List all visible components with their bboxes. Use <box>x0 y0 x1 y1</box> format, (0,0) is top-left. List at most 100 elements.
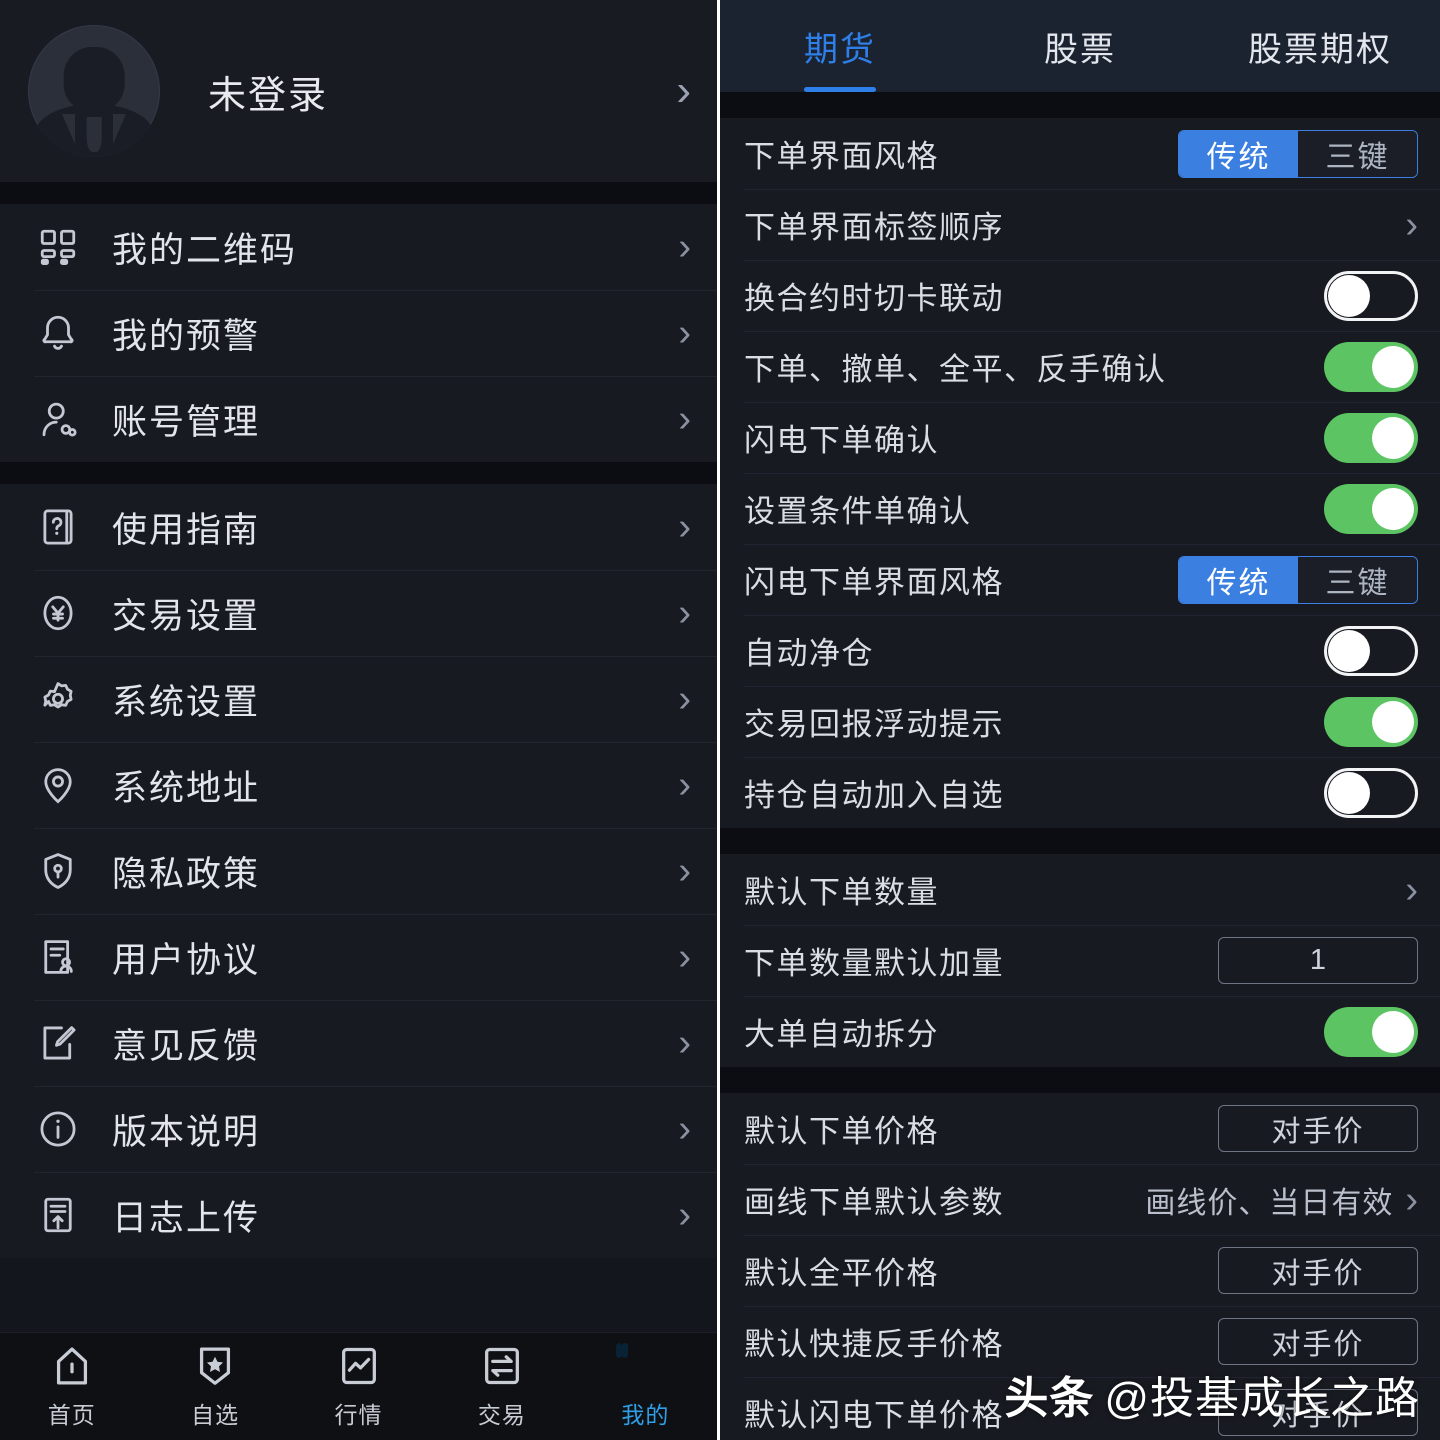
segment-three-key[interactable]: 三键 <box>1298 556 1417 603</box>
tab-stocks[interactable]: 股票 <box>960 0 1200 92</box>
tab-label: 我的 <box>621 1402 670 1428</box>
toggle-auto-net-position[interactable] <box>1324 625 1418 676</box>
bell-icon <box>34 309 82 357</box>
menu-item-account-management[interactable]: 账号管理 › <box>0 376 717 462</box>
chevron-right-icon: › <box>678 506 691 548</box>
tab-label: 首页 <box>47 1402 96 1428</box>
row-label: 持仓自动加入自选 <box>744 778 1004 813</box>
chevron-right-icon: › <box>678 226 691 268</box>
segment-three-key[interactable]: 三键 <box>1298 130 1417 177</box>
menu-item-feedback[interactable]: 意见反馈 › <box>0 1000 717 1086</box>
menu-item-version-info[interactable]: 版本说明 › <box>0 1086 717 1172</box>
tab-trade[interactable]: 交易 <box>430 1343 573 1430</box>
chevron-right-icon: › <box>678 1108 691 1150</box>
toggle-large-order-split[interactable] <box>1324 1006 1418 1057</box>
row-label: 换合约时切卡联动 <box>744 281 1004 316</box>
menu-item-trade-settings[interactable]: 交易设置 › <box>0 570 717 656</box>
toggle-position-auto-watchlist[interactable] <box>1324 767 1418 818</box>
toggle-order-cancel-confirm[interactable] <box>1324 341 1418 392</box>
tab-label: 行情 <box>334 1402 383 1428</box>
toggle-flash-order-confirm[interactable] <box>1324 412 1418 463</box>
row-label: 默认下单价格 <box>744 1114 939 1149</box>
trade-exchange-icon <box>479 1343 525 1389</box>
segmented-control-flash-order-ui-style[interactable]: 传统 三键 <box>1178 555 1418 604</box>
chevron-right-icon: › <box>1405 868 1418 911</box>
row-large-order-split[interactable]: 大单自动拆分 <box>720 996 1440 1067</box>
left-profile-panel: 未登录 › 我的二维码 › 我的预警 › 账号管理 › 使用指南 › 交易设置 … <box>0 0 720 1440</box>
profile-blob-icon <box>616 1343 668 1389</box>
default-close-all-price-value[interactable]: 对手价 <box>1218 1247 1418 1294</box>
row-order-ui-style[interactable]: 下单界面风格 传统 三键 <box>720 118 1440 189</box>
menu-item-label: 日志上传 <box>112 1198 261 1238</box>
row-auto-net-position[interactable]: 自动净仓 <box>720 615 1440 686</box>
bottom-tab-bar: 首页 自选 行情 交易 我的 <box>0 1332 717 1440</box>
segment-traditional[interactable]: 传统 <box>1179 130 1298 177</box>
chevron-right-icon: › <box>678 398 691 440</box>
toggle-contract-switch-link[interactable] <box>1324 270 1418 321</box>
row-order-cancel-confirm[interactable]: 下单、撤单、全平、反手确认 <box>720 331 1440 402</box>
menu-item-label: 系统地址 <box>112 768 261 808</box>
chevron-right-icon: › <box>1405 203 1418 246</box>
default-quick-reverse-price-value[interactable]: 对手价 <box>1218 1318 1418 1365</box>
row-contract-switch-link[interactable]: 换合约时切卡联动 <box>720 260 1440 331</box>
line-order-params-value: 画线价、当日有效 <box>1145 1186 1394 1220</box>
tab-futures[interactable]: 期货 <box>720 0 960 92</box>
log-upload-icon <box>34 1191 82 1239</box>
menu-item-label: 版本说明 <box>112 1112 261 1152</box>
agreement-icon <box>34 933 82 981</box>
app-screenshot: 未登录 › 我的二维码 › 我的预警 › 账号管理 › 使用指南 › 交易设置 … <box>0 0 1440 1440</box>
toggle-condition-order-confirm[interactable] <box>1324 483 1418 534</box>
row-label: 大单自动拆分 <box>744 1017 939 1052</box>
menu-group-account: 我的二维码 › 我的预警 › 账号管理 › <box>0 204 717 462</box>
tab-watchlist[interactable]: 自选 <box>143 1343 286 1430</box>
tab-home[interactable]: 首页 <box>0 1343 143 1430</box>
star-badge-icon <box>192 1343 238 1389</box>
menu-item-label: 系统设置 <box>112 682 261 722</box>
segmented-control-order-ui-style[interactable]: 传统 三键 <box>1178 129 1418 178</box>
menu-item-privacy-policy[interactable]: 隐私政策 › <box>0 828 717 914</box>
toggle-trade-report-float-tip[interactable] <box>1324 696 1418 747</box>
quantity-increment-field[interactable]: 1 <box>1218 937 1418 984</box>
location-pin-icon <box>34 761 82 809</box>
menu-item-my-alerts[interactable]: 我的预警 › <box>0 290 717 376</box>
row-flash-order-confirm[interactable]: 闪电下单确认 <box>720 402 1440 473</box>
row-default-order-price[interactable]: 默认下单价格 对手价 <box>720 1093 1440 1164</box>
tab-mine[interactable]: 我的 <box>574 1343 717 1430</box>
segment-traditional[interactable]: 传统 <box>1179 556 1298 603</box>
menu-item-user-guide[interactable]: 使用指南 › <box>0 484 717 570</box>
tab-stock-options[interactable]: 股票期权 <box>1200 0 1440 92</box>
row-quantity-increment[interactable]: 下单数量默认加量 1 <box>720 925 1440 996</box>
watermark-handle: @投基成长之路 <box>1104 1374 1420 1423</box>
chevron-right-icon: › <box>676 66 691 115</box>
profile-header-row[interactable]: 未登录 › <box>0 0 717 182</box>
row-order-tab-order[interactable]: 下单界面标签顺序 › <box>720 189 1440 260</box>
row-condition-order-confirm[interactable]: 设置条件单确认 <box>720 473 1440 544</box>
row-trade-report-float-tip[interactable]: 交易回报浮动提示 <box>720 686 1440 757</box>
right-settings-panel: 期货 股票 股票期权 下单界面风格 传统 三键 下单界面标签顺序 › 换合约时切… <box>720 0 1440 1440</box>
row-default-order-quantity[interactable]: 默认下单数量 › <box>720 854 1440 925</box>
settings-section-order-ui: 下单界面风格 传统 三键 下单界面标签顺序 › 换合约时切卡联动 下单、撤单、全… <box>720 118 1440 828</box>
menu-item-label: 我的二维码 <box>112 230 298 270</box>
row-position-auto-watchlist[interactable]: 持仓自动加入自选 <box>720 757 1440 828</box>
chevron-right-icon: › <box>678 850 691 892</box>
settings-section-quantity: 默认下单数量 › 下单数量默认加量 1 大单自动拆分 <box>720 854 1440 1067</box>
row-label: 下单界面标签顺序 <box>744 210 1004 245</box>
tab-market[interactable]: 行情 <box>287 1343 430 1430</box>
row-flash-order-ui-style[interactable]: 闪电下单界面风格 传统 三键 <box>720 544 1440 615</box>
row-line-order-params[interactable]: 画线下单默认参数 画线价、当日有效 › <box>720 1164 1440 1235</box>
menu-item-system-address[interactable]: 系统地址 › <box>0 742 717 828</box>
menu-item-label: 交易设置 <box>112 596 261 636</box>
row-label: 设置条件单确认 <box>744 494 972 529</box>
profile-name: 未登录 <box>208 74 329 117</box>
menu-item-system-settings[interactable]: 系统设置 › <box>0 656 717 742</box>
menu-item-my-qrcode[interactable]: 我的二维码 › <box>0 204 717 290</box>
gear-icon <box>34 675 82 723</box>
tab-label: 交易 <box>477 1402 526 1428</box>
row-label: 闪电下单界面风格 <box>744 565 1004 600</box>
default-order-price-value[interactable]: 对手价 <box>1218 1105 1418 1152</box>
watermark: 头条 @投基成长之路 <box>1004 1362 1420 1426</box>
menu-item-log-upload[interactable]: 日志上传 › <box>0 1172 717 1258</box>
row-label: 下单界面风格 <box>744 139 939 174</box>
menu-item-user-agreement[interactable]: 用户协议 › <box>0 914 717 1000</box>
row-default-close-all-price[interactable]: 默认全平价格 对手价 <box>720 1235 1440 1306</box>
